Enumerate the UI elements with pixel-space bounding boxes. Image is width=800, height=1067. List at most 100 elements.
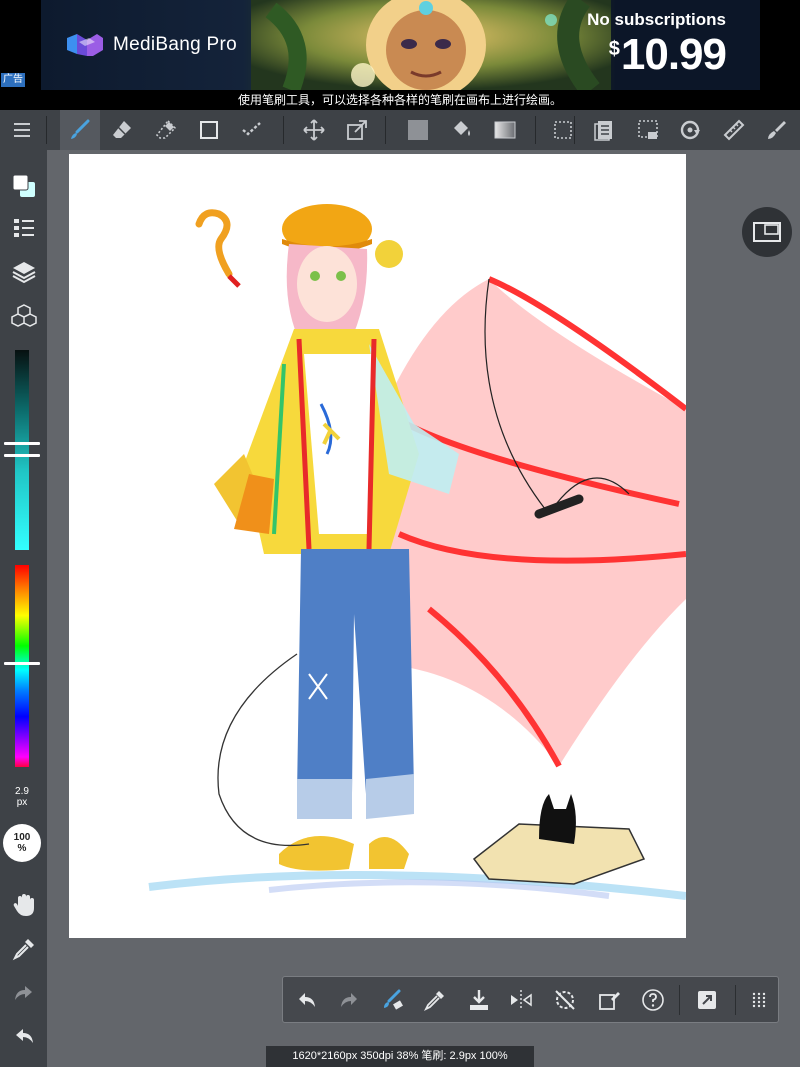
- layer-copy-tool-button[interactable]: [584, 110, 624, 150]
- flip-horizontal-icon: [511, 989, 532, 1010]
- ad-price-value: 10.99: [620, 30, 727, 79]
- brush-size-readout[interactable]: 2.9 px: [0, 786, 44, 808]
- flip-horizontal-button[interactable]: [501, 977, 541, 1022]
- redo-icon: [341, 992, 357, 1007]
- brush-eraser-icon: [384, 989, 403, 1010]
- undo-icon: [299, 992, 315, 1007]
- window-view-icon: [753, 222, 781, 242]
- menu-button[interactable]: [2, 110, 42, 150]
- help-icon: [642, 988, 664, 1011]
- brush-opacity-value: 100: [13, 832, 31, 843]
- rectangle-icon: [200, 121, 218, 139]
- fullscreen-button[interactable]: [687, 977, 727, 1022]
- select-pen-tool-button[interactable]: [232, 110, 272, 150]
- fill-color-icon: [408, 120, 428, 140]
- move-icon: [303, 119, 325, 141]
- opacity-slider[interactable]: [15, 350, 29, 550]
- menu-icon: [14, 123, 30, 137]
- opacity-slider-handle-bottom[interactable]: [4, 454, 40, 457]
- hand-icon: [13, 894, 34, 916]
- reset-rotation-icon: [555, 989, 575, 1010]
- brush-opacity-readout[interactable]: 100 %: [3, 824, 41, 862]
- ad-logo: MediBang Pro: [65, 32, 237, 58]
- eyedropper-button[interactable]: [4, 929, 44, 969]
- ad-tag[interactable]: 广告: [1, 73, 25, 87]
- reset-rotation-button[interactable]: [545, 977, 585, 1022]
- layers-icon: [12, 262, 36, 284]
- brush-eraser-toggle-button[interactable]: [373, 977, 413, 1022]
- grid-dots-icon: [752, 992, 766, 1007]
- save-button[interactable]: [459, 977, 499, 1022]
- ruler-icon: [723, 119, 745, 141]
- dotted-eraser-icon: [155, 119, 177, 139]
- transform-icon: [347, 120, 367, 140]
- medibang-logo-icon: [67, 34, 103, 56]
- expand-icon: [698, 990, 716, 1009]
- workspace[interactable]: 1620*2160px 350dpi 38% 笔刷: 2.9px 100%: [47, 150, 800, 1067]
- fill-color-tool-button[interactable]: [398, 110, 438, 150]
- artwork: [148, 204, 686, 900]
- hue-slider-handle[interactable]: [4, 662, 40, 665]
- ad-banner-area: MediBang Pro No subscriptions $10.99 广告: [0, 0, 800, 90]
- ad-currency: $: [608, 38, 620, 60]
- brush-opacity-unit: %: [17, 843, 27, 854]
- move-tool-button[interactable]: [294, 110, 334, 150]
- undo-button[interactable]: [287, 977, 327, 1022]
- status-bar: 1620*2160px 350dpi 38% 笔刷: 2.9px 100%: [266, 1046, 534, 1067]
- brush-list-icon: [14, 219, 34, 237]
- ad-banner[interactable]: MediBang Pro No subscriptions $10.99: [41, 0, 760, 90]
- rotate-tool-button[interactable]: [670, 110, 710, 150]
- brush-size-unit: px: [16, 797, 28, 808]
- gradient-icon: [494, 121, 516, 139]
- gradient-tool-button[interactable]: [485, 110, 525, 150]
- redo-button[interactable]: [329, 977, 369, 1022]
- undo-side-button[interactable]: [4, 1016, 44, 1056]
- marquee-icon: [554, 121, 572, 139]
- materials-button[interactable]: [4, 296, 44, 336]
- brush-tool-button[interactable]: [60, 110, 100, 150]
- bucket-icon: [454, 121, 470, 136]
- brush-icon: [71, 119, 90, 139]
- layer-copy-icon: [594, 121, 612, 141]
- color-swatch-icon: [12, 174, 35, 197]
- clear-layer-button[interactable]: [589, 977, 629, 1022]
- bottom-toolbar: [282, 976, 779, 1023]
- tool-hint: 使用笔刷工具，可以选择各种各样的笔刷在画布上进行绘画。: [0, 90, 800, 110]
- bucket-tool-button[interactable]: [442, 110, 482, 150]
- ad-brand-name: MediBang Pro: [113, 34, 238, 55]
- left-sidebar: 2.9 px 100 %: [0, 150, 47, 1067]
- drawing-canvas[interactable]: [69, 154, 686, 938]
- hand-tool-button[interactable]: [4, 885, 44, 925]
- clear-layer-icon: [599, 991, 620, 1010]
- ad-headline: No subscriptions: [587, 10, 726, 29]
- eraser-tool-button[interactable]: [102, 110, 142, 150]
- materials-icon: [11, 304, 37, 327]
- save-icon: [470, 989, 488, 1010]
- ruler-tool-button[interactable]: [714, 110, 754, 150]
- help-button[interactable]: [633, 977, 673, 1022]
- more-options-button[interactable]: [739, 977, 779, 1022]
- hue-slider[interactable]: [15, 565, 29, 767]
- dotted-eraser-tool-button[interactable]: [146, 110, 186, 150]
- eyedropper-bottom-button[interactable]: [415, 977, 455, 1022]
- opacity-slider-handle-top[interactable]: [4, 442, 40, 445]
- color-swatch-button[interactable]: [4, 166, 44, 206]
- redo-side-button[interactable]: [4, 973, 44, 1013]
- dotted-select-icon: [638, 120, 658, 139]
- rectangle-tool-button[interactable]: [189, 110, 229, 150]
- transform-tool-button[interactable]: [337, 110, 377, 150]
- top-toolbar: [0, 110, 800, 150]
- marquee-tool-button[interactable]: [543, 110, 583, 150]
- pen-tip-icon: [768, 121, 786, 139]
- brush-size-value: 2.9: [15, 786, 29, 797]
- view-toggle-button[interactable]: [742, 207, 792, 257]
- undo-icon: [16, 1029, 33, 1043]
- redo-icon: [15, 986, 32, 1000]
- rotate-icon: [680, 120, 700, 140]
- layers-button[interactable]: [4, 252, 44, 292]
- brush-list-button[interactable]: [4, 208, 44, 248]
- dotted-select-tool-button[interactable]: [628, 110, 668, 150]
- pen-tip-tool-button[interactable]: [757, 110, 797, 150]
- ad-illustration: [251, 0, 611, 90]
- eyedropper-icon: [12, 939, 34, 961]
